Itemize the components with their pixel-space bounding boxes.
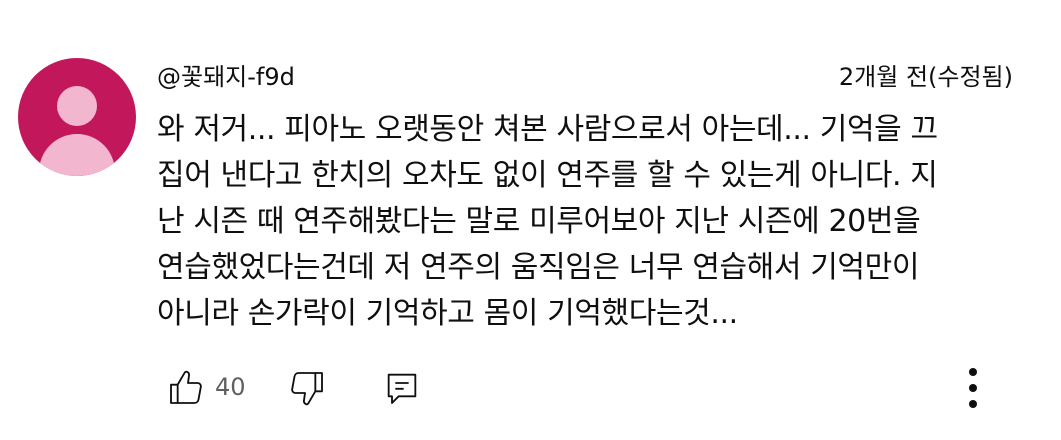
comment-text-line: 와 저거... 피아노 오랫동안 쳐본 사람으로서 아는데... 기억을 끄 xyxy=(157,112,938,147)
comment-action-bar: 40 xyxy=(0,360,1061,414)
thumbs-down-icon xyxy=(291,372,323,406)
more-actions-button[interactable] xyxy=(955,364,991,412)
reply-button[interactable] xyxy=(382,368,422,408)
comment-text-line: 연습했었다는건데 저 연주의 움직임은 너무 연습해서 기억만이 xyxy=(157,250,920,285)
comment-author[interactable]: @꽃돼지-f9d xyxy=(157,60,295,94)
comment-text-line: 아니라 손가락이 기억하고 몸이 기억했다는것... xyxy=(157,296,738,331)
comment-text: 와 저거... 피아노 오랫동안 쳐본 사람으로서 아는데... 기억을 끄 집… xyxy=(157,107,1027,337)
reply-icon xyxy=(387,373,417,404)
avatar-body-shape xyxy=(39,134,115,176)
comment-timestamp[interactable]: 2개월 전(수정됨) xyxy=(839,60,1013,94)
like-count: 40 xyxy=(215,373,246,401)
comment-text-line: 난 시즌 때 연주해봤다는 말로 미루어보아 지난 시즌에 20번을 xyxy=(157,204,921,239)
comment-text-line: 집어 낸다고 한치의 오차도 없이 연주를 할 수 있는게 아니다. 지 xyxy=(157,158,938,193)
avatar[interactable] xyxy=(18,58,136,176)
dislike-button[interactable] xyxy=(287,368,327,408)
like-button[interactable] xyxy=(166,368,206,408)
thumbs-up-icon xyxy=(170,370,202,404)
avatar-head-shape xyxy=(57,86,97,126)
